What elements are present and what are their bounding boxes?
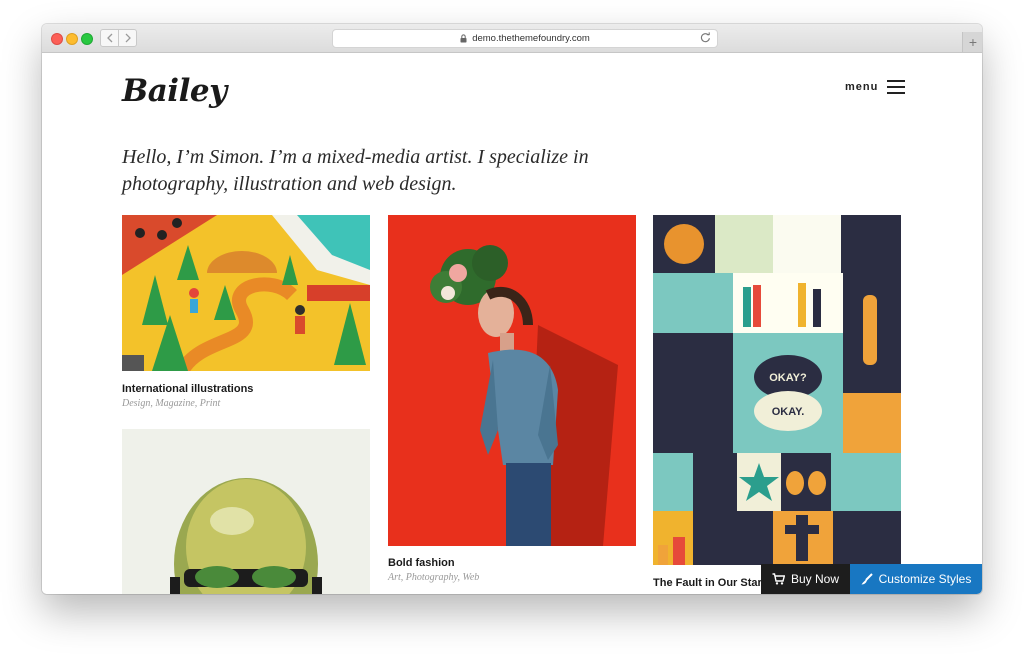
customize-styles-label: Customize Styles: [878, 572, 972, 586]
reload-icon[interactable]: [700, 32, 711, 43]
fashion-image[interactable]: [388, 215, 636, 546]
card-tags: Art, Photography, Web: [388, 572, 480, 583]
fashion-artwork: [388, 215, 636, 546]
menu-label: menu: [845, 81, 879, 93]
new-tab-button[interactable]: +: [962, 32, 982, 52]
web-page: Bailey menu Hello, I’m Simon. I’m a mixe…: [42, 53, 982, 594]
site-logo[interactable]: Bailey: [122, 73, 227, 109]
portrait-artwork: [122, 429, 370, 594]
buy-now-button[interactable]: Buy Now: [761, 564, 850, 594]
icon-grid-artwork: OKAY? OKAY.: [653, 215, 901, 565]
browser-window: demo.thethemefoundry.com + Bailey menu H…: [42, 24, 982, 594]
close-window-button[interactable]: [51, 33, 63, 45]
portrait-image[interactable]: [122, 429, 370, 594]
back-button[interactable]: [100, 29, 119, 47]
hamburger-icon: [887, 80, 906, 94]
chevron-left-icon: [106, 33, 112, 43]
url-text: demo.thethemefoundry.com: [472, 33, 590, 44]
lock-icon: [460, 34, 467, 43]
svg-text:OKAY?: OKAY?: [769, 372, 807, 384]
card-title[interactable]: International illustrations: [122, 383, 253, 395]
card-title[interactable]: Bold fashion: [388, 557, 455, 569]
menu-button[interactable]: menu: [845, 80, 906, 94]
forward-button[interactable]: [118, 29, 137, 47]
address-bar[interactable]: demo.thethemefoundry.com: [332, 29, 718, 48]
card-title[interactable]: The Fault in Our Stars: [653, 577, 768, 589]
svg-text:OKAY.: OKAY.: [772, 406, 805, 418]
illustrations-image[interactable]: [122, 215, 370, 371]
fault-in-our-stars-image[interactable]: OKAY? OKAY.: [653, 215, 901, 565]
intro-text: Hello, I’m Simon. I’m a mixed-media arti…: [122, 146, 589, 195]
minimize-window-button[interactable]: [66, 33, 78, 45]
zoom-window-button[interactable]: [81, 33, 93, 45]
card-tags: Design, Magazine, Print: [122, 398, 221, 409]
browser-titlebar: demo.thethemefoundry.com: [42, 24, 982, 53]
chevron-right-icon: [125, 33, 131, 43]
buy-now-label: Buy Now: [790, 572, 840, 586]
brush-icon: [861, 573, 873, 585]
customize-styles-button[interactable]: Customize Styles: [850, 564, 982, 594]
cart-icon: [772, 573, 785, 585]
illustration-artwork: [122, 215, 370, 371]
